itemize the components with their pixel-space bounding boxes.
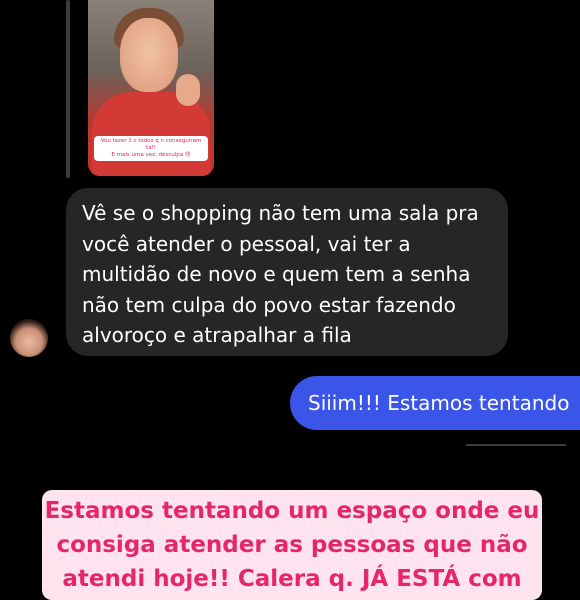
story-caption-line-1: Vou fazer 1 c todos q n conseguiram tá!! (100, 138, 202, 151)
story-person-face (120, 18, 178, 92)
message-line: alvoroço e atrapalhar a fila (82, 323, 352, 347)
reply-indicator-bar (66, 0, 70, 178)
sender-avatar[interactable] (10, 319, 48, 357)
outgoing-message-text: Siiim!!! Estamos tentando (308, 391, 570, 415)
overlay-line: consiga atender as pessoas que não (56, 532, 528, 558)
message-line: Vê se o shopping não tem uma sala pra (82, 201, 479, 225)
divider (466, 444, 566, 446)
story-caption: Vou fazer 1 c todos q n conseguiram tá!!… (94, 136, 208, 161)
story-text-overlay: Estamos tentando um espaço onde eu consi… (42, 490, 542, 600)
message-line: você atender o pessoal, vai ter a (82, 231, 411, 256)
story-person-hand (176, 74, 200, 106)
message-line: multidão de novo e quem tem a senha (82, 262, 471, 286)
overlay-line: atendi hoje!! Calera q. JÁ ESTÁ com (62, 566, 522, 592)
overlay-line: Estamos tentando um espaço onde eu (44, 498, 540, 524)
outgoing-message-bubble[interactable]: Siiim!!! Estamos tentando (290, 376, 580, 430)
story-reply-thumbnail[interactable]: Vou fazer 1 c todos q n conseguiram tá!!… (88, 0, 214, 176)
incoming-message-bubble[interactable]: Vê se o shopping não tem uma sala pra vo… (66, 188, 508, 356)
message-line: não tem culpa do povo estar fazendo (82, 292, 456, 317)
story-caption-line-2: E mais uma vez, desculpa 😓 (111, 152, 191, 158)
